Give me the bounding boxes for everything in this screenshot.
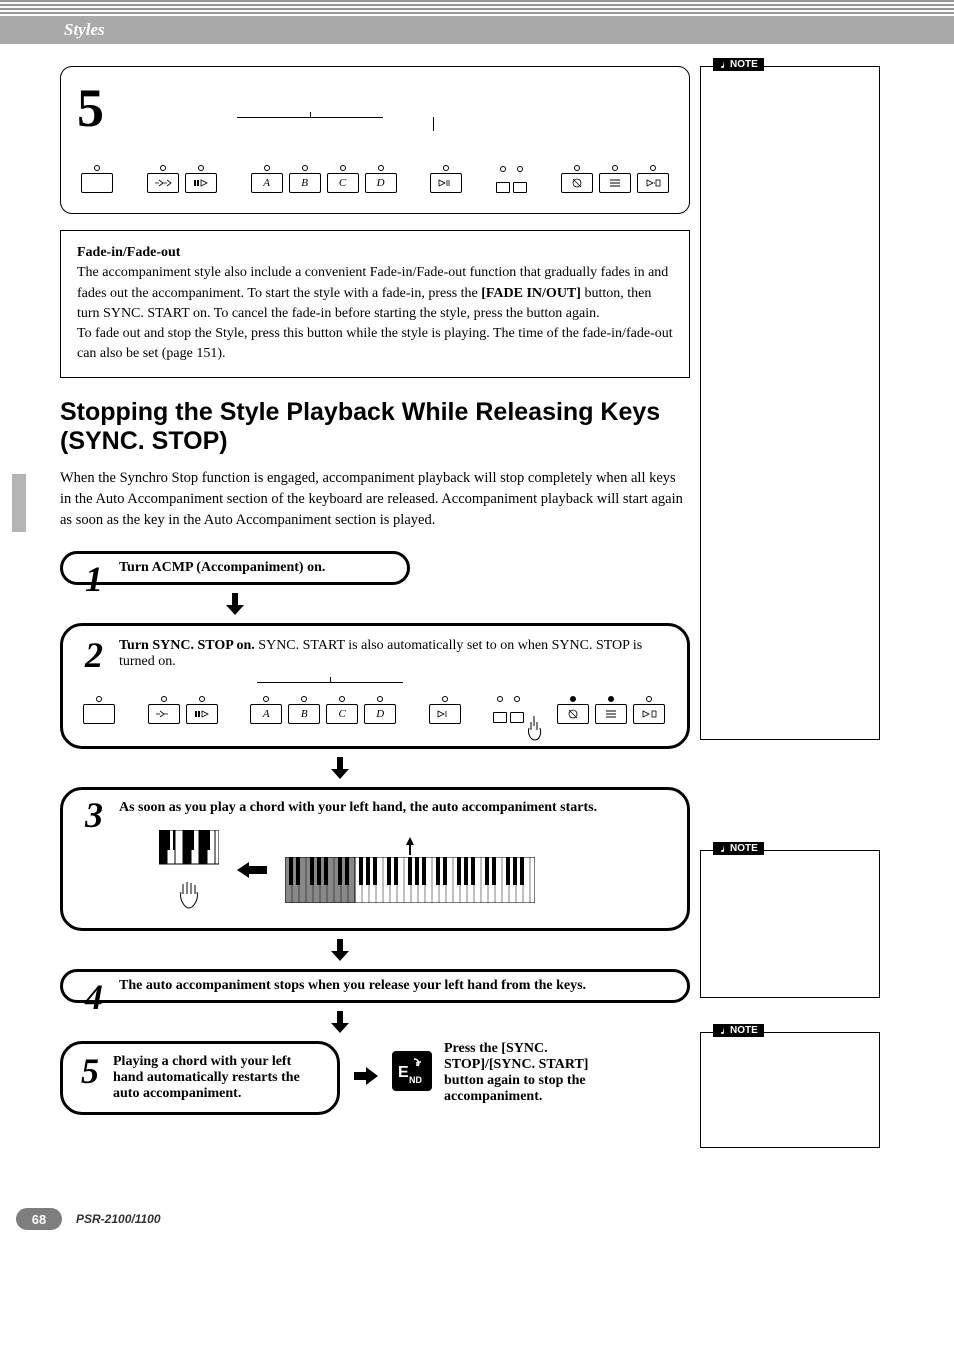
left-arrow-icon xyxy=(237,862,267,878)
fade-paragraph-1: The accompaniment style also include a c… xyxy=(77,263,673,324)
fade-in-out-box: Fade-in/Fade-out The accompaniment style… xyxy=(60,230,690,378)
end-badge: E ND xyxy=(392,1051,432,1091)
main-d-button: D xyxy=(365,173,397,193)
note-box-3: NOTE xyxy=(700,1032,880,1148)
step-2-number: 2 xyxy=(85,634,103,676)
step-3-text: As soon as you play a chord with your le… xyxy=(119,800,669,816)
up-arrow-icon xyxy=(406,837,414,855)
step-2-text: Turn SYNC. STOP on. SYNC. START is also … xyxy=(119,638,669,670)
control-panel-illustration: A B C D xyxy=(77,165,673,193)
header-bars: Styles xyxy=(0,0,954,44)
fade-paragraph-2: To fade out and stop the Style, press th… xyxy=(77,324,673,365)
chapter-title: Styles xyxy=(64,20,105,40)
step-1-box: 1 Turn ACMP (Accompaniment) on. xyxy=(60,551,410,585)
fade-title: Fade-in/Fade-out xyxy=(77,243,673,263)
sync-stop-heading: Stopping the Style Playback While Releas… xyxy=(60,398,690,456)
step5-top-box: 5 A B C D xyxy=(60,66,690,214)
note-label: NOTE xyxy=(713,842,764,855)
step-4-number: 4 xyxy=(85,976,103,1018)
step-3-box: 3 As soon as you play a chord with your … xyxy=(60,787,690,931)
model-label: PSR-2100/1100 xyxy=(76,1212,161,1226)
note-label: NOTE xyxy=(713,1024,764,1037)
hand-icon xyxy=(177,880,201,910)
step-4-box: 4 The auto accompaniment stops when you … xyxy=(60,969,690,1003)
keyboard-chord-icon xyxy=(159,830,219,878)
main-c-button: C xyxy=(327,173,359,193)
down-arrow-icon xyxy=(331,1011,349,1033)
control-panel-illustration-2: A B C D xyxy=(79,696,669,724)
section-tab-stripe xyxy=(12,474,26,532)
pointing-hand-icon xyxy=(519,714,549,744)
note-label: NOTE xyxy=(713,58,764,71)
step-5-text: Playing a chord with your left hand auto… xyxy=(113,1054,323,1102)
sync-stop-description: When the Synchro Stop function is engage… xyxy=(60,468,690,531)
step-1-number: 1 xyxy=(85,558,103,600)
down-arrow-icon xyxy=(331,757,349,779)
step-1-text: Turn ACMP (Accompaniment) on. xyxy=(119,560,389,576)
step-5-box: 5 Playing a chord with your left hand au… xyxy=(60,1041,340,1115)
page-footer: 68 PSR-2100/1100 xyxy=(0,1208,954,1250)
svg-text:E: E xyxy=(398,1064,409,1081)
step-3-number: 3 xyxy=(85,794,103,836)
step-2-box: 2 Turn SYNC. STOP on. SYNC. START is als… xyxy=(60,623,690,749)
end-text: Press the [SYNC. STOP]/[SYNC. START] but… xyxy=(444,1041,624,1105)
right-arrow-icon xyxy=(354,1067,378,1085)
down-arrow-icon xyxy=(331,939,349,961)
keyboard-full-icon xyxy=(285,857,535,903)
down-arrow-icon xyxy=(226,593,244,615)
step-4-text: The auto accompaniment stops when you re… xyxy=(119,978,669,994)
note-box-1: NOTE xyxy=(700,66,880,740)
end-box: E ND Press the [SYNC. STOP]/[SYNC. START… xyxy=(392,1041,624,1105)
main-b-button: B xyxy=(289,173,321,193)
page-number-badge: 68 xyxy=(16,1208,62,1230)
main-a-button: A xyxy=(251,173,283,193)
step-number-5-top: 5 xyxy=(77,81,673,135)
svg-text:ND: ND xyxy=(409,1075,422,1085)
note-box-2: NOTE xyxy=(700,850,880,998)
step-5-number: 5 xyxy=(81,1050,99,1092)
